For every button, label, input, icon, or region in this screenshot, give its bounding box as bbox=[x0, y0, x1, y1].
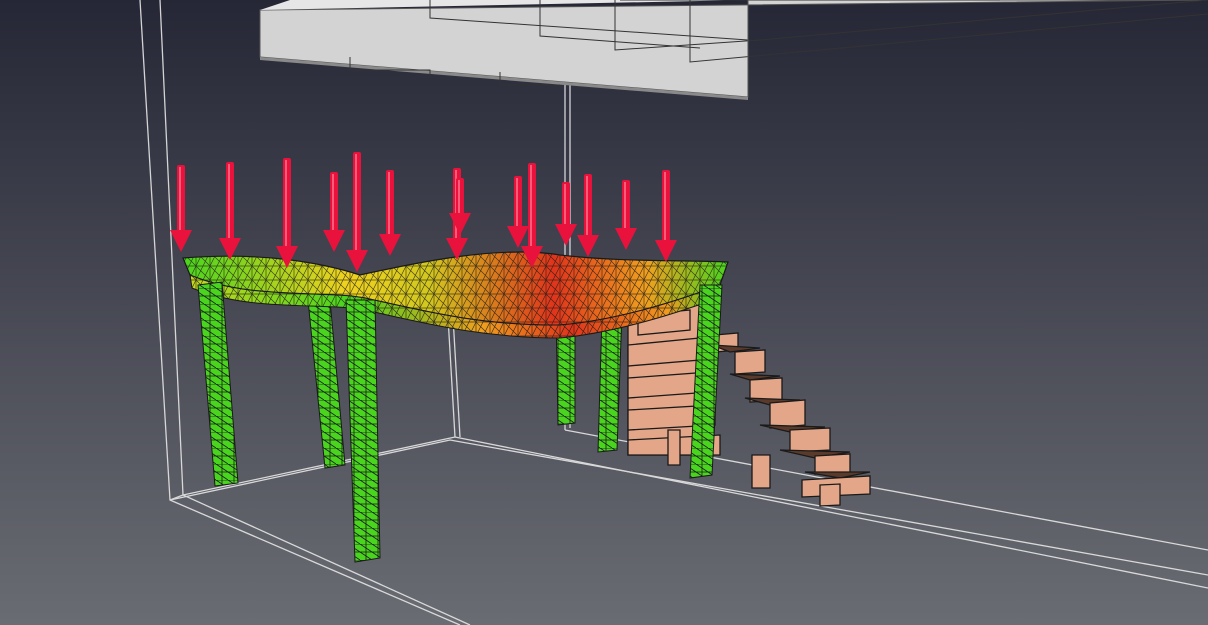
3d-viewport[interactable] bbox=[0, 0, 1208, 625]
fem-scene[interactable] bbox=[0, 0, 1208, 625]
